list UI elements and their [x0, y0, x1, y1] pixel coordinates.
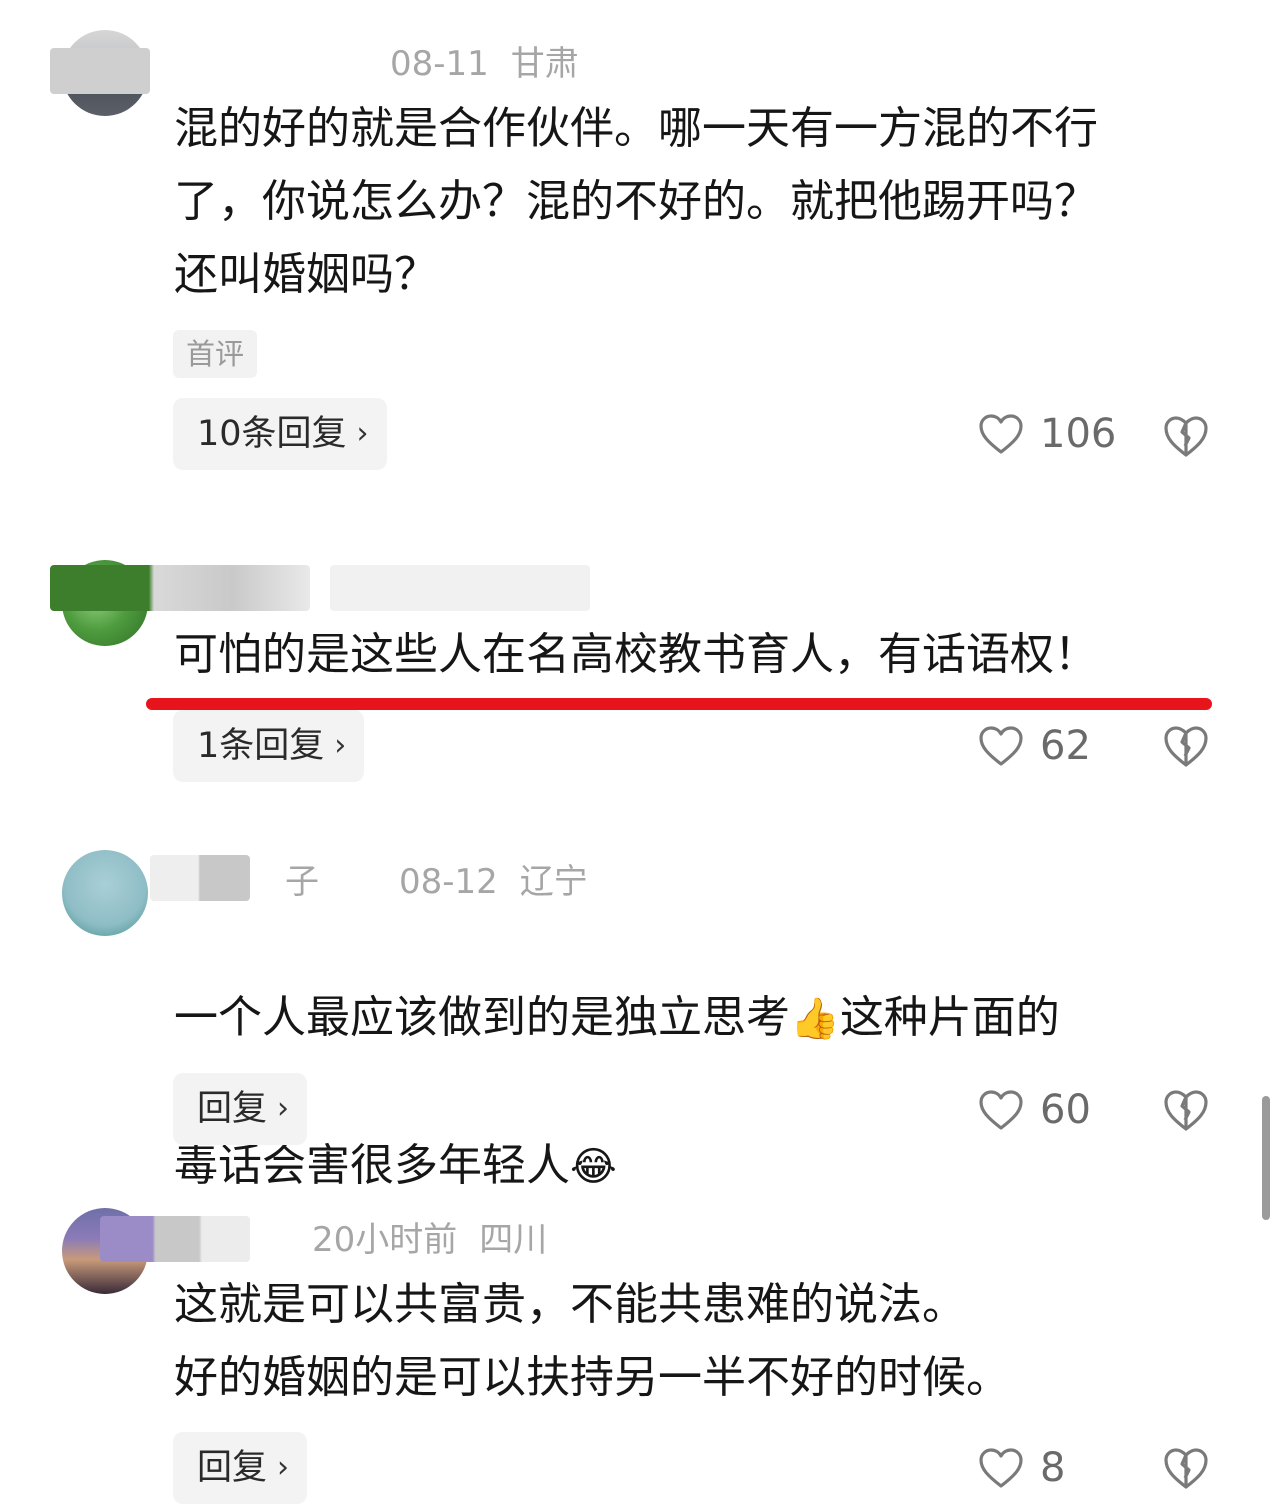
scrollbar[interactable] — [1262, 1096, 1270, 1220]
comment-text: 这就是可以共富贵，不能共患难的说法。 好的婚姻的是可以扶持另一半不好的时候。 — [174, 1279, 1010, 1403]
comment-date: 08-12 — [399, 862, 498, 902]
first-comment-tag: 首评 — [173, 330, 258, 378]
like-count: 60 — [1040, 1087, 1091, 1133]
meta-redacted — [330, 565, 590, 611]
like-button[interactable]: 8 — [978, 1438, 1065, 1498]
reply-label: 回复 — [197, 1089, 268, 1129]
avatar[interactable] — [62, 850, 148, 936]
laughing-crying-emoji: 😂 — [570, 1144, 617, 1190]
highlight-underline — [146, 698, 1212, 710]
reply-label: 10条回复 — [197, 414, 347, 454]
comment-text-part: 一个人最应该做到的是独立思考 — [174, 992, 790, 1043]
comment-location: 四川 — [479, 1220, 548, 1260]
view-replies-button[interactable]: 10条回复 › — [173, 398, 387, 470]
comment-date: 08-11 — [390, 44, 489, 84]
view-replies-button[interactable]: 1条回复 › — [173, 710, 365, 782]
broken-heart-icon[interactable] — [1162, 1086, 1210, 1134]
reply-label: 1条回复 — [197, 726, 325, 766]
username-redacted — [150, 855, 250, 901]
comment-meta: 08-11 甘肃 — [390, 36, 601, 85]
comment-meta: 子 08-12 辽宁 — [285, 854, 610, 903]
thumbs-up-emoji: 👍 — [790, 996, 840, 1042]
comment-date: 20小时前 — [312, 1220, 458, 1260]
like-button[interactable]: 62 — [978, 716, 1091, 776]
username-redacted — [100, 1216, 250, 1262]
reply-label: 回复 — [197, 1448, 268, 1488]
username-redacted — [50, 48, 150, 94]
reply-button[interactable]: 回复 › — [173, 1432, 308, 1504]
heart-outline-icon — [979, 1090, 1023, 1130]
username-redacted — [50, 565, 310, 611]
broken-heart-icon[interactable] — [1162, 412, 1210, 460]
comment-text-part: 这种片面的 — [839, 992, 1060, 1043]
username-fragment: 子 — [285, 862, 319, 902]
chevron-right-icon: › — [356, 416, 369, 451]
comment-location: 辽宁 — [519, 862, 588, 902]
comment-text: 混的好的就是合作伙伴。哪一天有一方混的不行 了，你说怎么办？混的不好的。就把他踢… — [174, 103, 1098, 300]
heart-outline-icon — [979, 726, 1023, 766]
chevron-right-icon: › — [277, 1450, 290, 1485]
broken-heart-icon[interactable] — [1162, 722, 1210, 770]
like-count: 62 — [1040, 723, 1091, 769]
reply-button[interactable]: 回复 › — [173, 1073, 308, 1145]
heart-outline-icon — [979, 1448, 1023, 1488]
like-count: 106 — [1040, 411, 1117, 457]
like-button[interactable]: 60 — [978, 1080, 1091, 1140]
comment-location: 甘肃 — [510, 44, 579, 84]
heart-outline-icon — [979, 414, 1023, 454]
like-button[interactable]: 106 — [978, 404, 1116, 464]
comment-text-part: 毒话会害很多年轻人 — [174, 1140, 570, 1191]
comment-meta: 20小时前 四川 — [312, 1212, 569, 1261]
comment-text: 可怕的是这些人在名高校教书育人，有话语权！ — [174, 629, 1098, 680]
broken-heart-icon[interactable] — [1162, 1444, 1210, 1492]
chevron-right-icon: › — [277, 1091, 290, 1126]
like-count: 8 — [1040, 1445, 1066, 1491]
chevron-right-icon: › — [334, 728, 347, 763]
